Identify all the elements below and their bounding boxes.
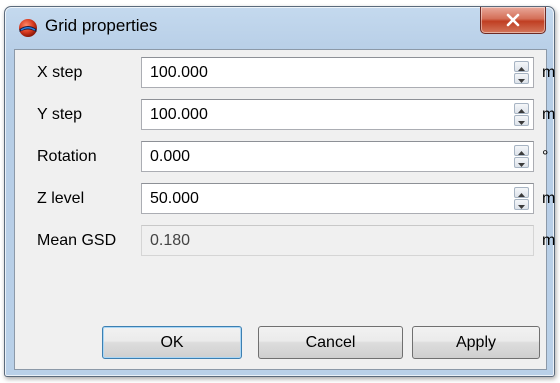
y-step-unit: m: [542, 106, 556, 123]
title-bar[interactable]: Grid properties: [5, 7, 554, 45]
z-level-spin-buttons: [514, 187, 529, 210]
y-step-spin-buttons: [514, 103, 529, 126]
rotation-unit: °: [542, 148, 549, 165]
mean-gsd-value: [142, 226, 490, 255]
rotation-row: Rotation °: [15, 138, 549, 176]
close-button[interactable]: [480, 7, 546, 34]
z-level-unit: m: [542, 190, 556, 207]
rotation-spin-buttons: [514, 145, 529, 168]
mean-gsd-unit: m: [542, 232, 556, 249]
z-level-row: Z level m: [15, 180, 555, 218]
z-level-input[interactable]: [142, 184, 490, 213]
z-level-spinbox[interactable]: [141, 183, 534, 214]
z-level-decrement-button[interactable]: [514, 199, 529, 210]
sphere-app-icon: [18, 18, 38, 38]
x-step-decrement-button[interactable]: [514, 73, 529, 84]
x-step-spinbox[interactable]: [141, 57, 534, 88]
dialog-title: Grid properties: [45, 16, 158, 35]
cancel-button[interactable]: Cancel: [258, 326, 403, 359]
mean-gsd-field: [141, 225, 534, 256]
rotation-spinbox[interactable]: [141, 141, 534, 172]
close-icon: [505, 13, 521, 27]
dialog-button-row: OK Cancel Apply: [15, 326, 546, 360]
arrow-down-icon: [518, 196, 525, 214]
y-step-spinbox[interactable]: [141, 99, 534, 130]
y-step-label: Y step: [37, 106, 83, 123]
rotation-input[interactable]: [142, 142, 490, 171]
y-step-row: Y step m: [15, 96, 555, 134]
dialog-client-area: X step m Y step: [14, 49, 555, 370]
rotation-label: Rotation: [37, 148, 97, 165]
arrow-down-icon: [518, 70, 525, 88]
x-step-input[interactable]: [142, 58, 490, 87]
arrow-down-icon: [518, 112, 525, 130]
ok-button[interactable]: OK: [102, 326, 242, 359]
rotation-decrement-button[interactable]: [514, 157, 529, 168]
mean-gsd-label: Mean GSD: [37, 232, 117, 249]
grid-properties-dialog: Grid properties X step 100.000 m Y step …: [4, 6, 555, 377]
apply-button[interactable]: Apply: [412, 326, 540, 359]
x-step-spin-buttons: [514, 61, 529, 84]
x-step-row: X step m: [15, 54, 555, 92]
arrow-down-icon: [518, 154, 525, 172]
x-step-unit: m: [542, 64, 556, 81]
z-level-label: Z level: [37, 190, 85, 207]
mean-gsd-row: Mean GSD m: [15, 222, 555, 260]
y-step-input[interactable]: [142, 100, 490, 129]
x-step-label: X step: [37, 64, 83, 81]
y-step-decrement-button[interactable]: [514, 115, 529, 126]
